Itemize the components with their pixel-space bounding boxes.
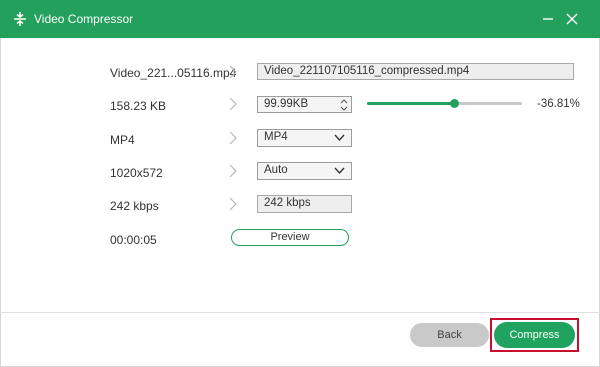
chevron-right-icon [229, 164, 237, 178]
chevron-right-icon [229, 65, 237, 79]
source-format-label: MP4 [110, 133, 135, 147]
resolution-dropdown[interactable]: Auto [257, 162, 352, 180]
chevron-right-icon [229, 197, 237, 211]
chevron-right-icon [229, 131, 237, 145]
source-filename-label: Video_221...05116.mp4 [110, 66, 237, 80]
back-button[interactable]: Back [410, 323, 489, 347]
slider-fill [367, 102, 454, 105]
spinner-arrows-icon[interactable] [340, 97, 348, 113]
source-bitrate-label: 242 kbps [110, 199, 159, 213]
title-bar: Video Compressor [0, 0, 600, 38]
window-title: Video Compressor [34, 12, 134, 26]
resolution-dropdown-value: Auto [264, 164, 288, 176]
video-compressor-window: Video Compressor Video_221...05116.mp4 V… [0, 0, 600, 367]
chevron-down-icon [334, 167, 345, 175]
target-size-value: 99.99KB [264, 98, 309, 110]
size-slider[interactable] [367, 99, 522, 108]
footer-divider [0, 312, 600, 313]
source-size-label: 158.23 KB [110, 99, 167, 113]
preview-button[interactable]: Preview [231, 229, 349, 246]
size-reduction-percent: -36.81% [537, 98, 580, 110]
chevron-down-icon [334, 134, 345, 142]
slider-thumb[interactable] [449, 99, 459, 108]
compress-button[interactable]: Compress [494, 322, 575, 348]
output-filename-input[interactable]: Video_221107105116_compressed.mp4 [257, 63, 574, 80]
chevron-right-icon [229, 97, 237, 111]
source-resolution-label: 1020x572 [110, 166, 163, 180]
minimize-icon[interactable] [538, 9, 558, 29]
compress-icon [14, 12, 26, 26]
target-size-stepper[interactable]: 99.99KB [257, 96, 352, 113]
close-icon[interactable] [562, 9, 582, 29]
bitrate-field: 242 kbps [257, 195, 352, 213]
format-dropdown[interactable]: MP4 [257, 129, 352, 147]
duration-label: 00:00:05 [110, 233, 157, 247]
format-dropdown-value: MP4 [264, 131, 288, 143]
